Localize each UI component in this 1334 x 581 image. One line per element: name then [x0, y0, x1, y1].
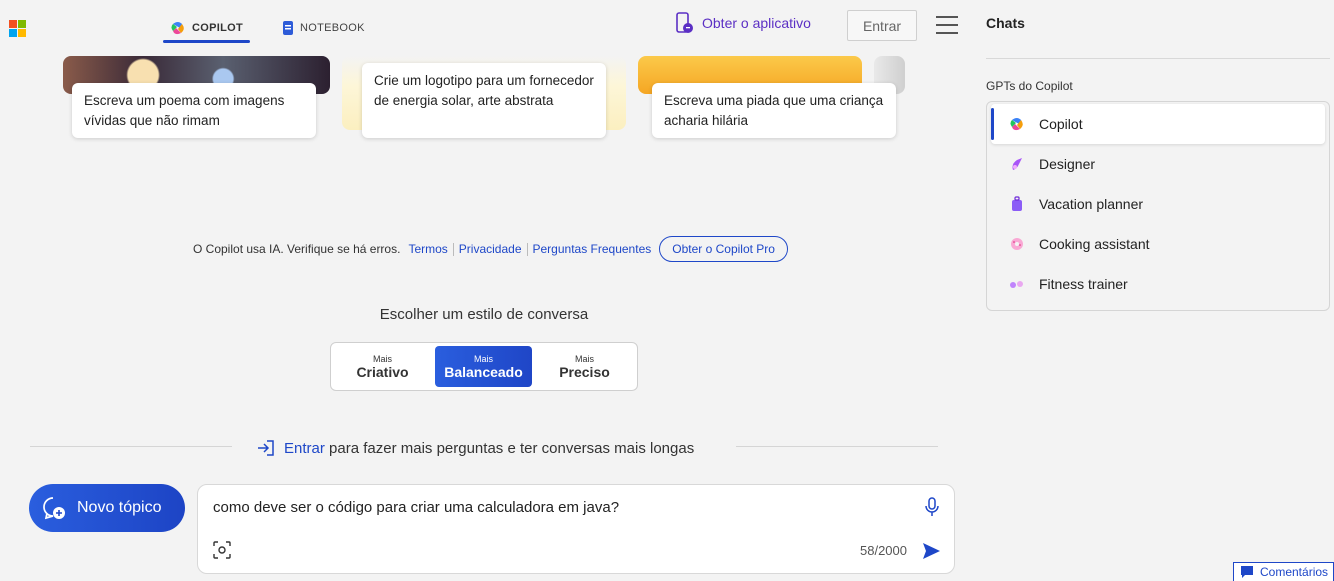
new-topic-button[interactable]: Novo tópico — [29, 484, 185, 532]
copilot-icon — [1010, 118, 1023, 131]
signin-button[interactable]: Entrar — [847, 10, 917, 41]
get-app-link[interactable]: Obter o aplicativo — [676, 12, 811, 34]
disclaimer-row: O Copilot usa IA. Verifique se há erros.… — [193, 236, 788, 262]
gpt-item-designer[interactable]: Designer — [991, 144, 1325, 184]
style-label: Balanceado — [444, 363, 523, 380]
style-creative[interactable]: Mais Criativo — [334, 346, 431, 387]
char-count: 58/2000 — [860, 543, 907, 558]
terms-link[interactable]: Termos — [408, 242, 447, 256]
suitcase-icon — [1012, 196, 1022, 211]
privacy-link[interactable]: Privacidade — [459, 242, 522, 256]
faq-link[interactable]: Perguntas Frequentes — [533, 242, 652, 256]
signin-prompt: Entrar para fazer mais perguntas e ter c… — [256, 438, 694, 458]
gpt-item-cooking-assistant[interactable]: Cooking assistant — [991, 224, 1325, 264]
image-scan-icon[interactable] — [213, 541, 231, 559]
divider — [452, 242, 454, 256]
copilot-icon — [171, 22, 184, 35]
tab-notebook-label: NOTEBOOK — [300, 22, 365, 34]
divider — [526, 242, 528, 256]
microsoft-logo[interactable] — [9, 20, 26, 37]
chat-input-box[interactable]: como deve ser o código para criar uma ca… — [197, 484, 955, 574]
feedback-label: Comentários — [1260, 565, 1329, 579]
divider — [986, 58, 1330, 59]
new-topic-label: Novo tópico — [77, 499, 162, 516]
suggestion-card-poem[interactable]: Escreva um poema com imagens vívidas que… — [72, 83, 316, 138]
gpt-item-copilot[interactable]: Copilot — [991, 104, 1325, 144]
style-prefix: Mais — [372, 353, 392, 364]
feedback-button[interactable]: Comentários — [1233, 562, 1334, 581]
disclaimer-text: O Copilot usa IA. Verifique se há erros. — [193, 242, 401, 256]
tab-copilot-label: COPILOT — [192, 22, 243, 34]
chats-title: Chats — [986, 15, 1025, 31]
gpt-label: Vacation planner — [1039, 196, 1144, 212]
style-label: Preciso — [559, 363, 610, 380]
style-balanced[interactable]: Mais Balanceado — [435, 346, 532, 387]
suggestion-card-logo[interactable]: Crie um logotipo para um fornecedor de e… — [362, 63, 606, 138]
designer-icon — [1012, 158, 1022, 170]
suggestion-text: Escreva um poema com imagens vívidas que… — [84, 93, 285, 128]
feedback-icon — [1241, 566, 1253, 578]
gpt-list: Copilot Designer Vacation planner Cookin… — [986, 101, 1330, 311]
style-prefix: Mais — [473, 353, 493, 364]
signin-link[interactable]: Entrar — [284, 440, 325, 457]
conversation-style-title: Escolher um estilo de conversa — [379, 306, 589, 323]
microphone-icon[interactable] — [924, 497, 940, 517]
new-chat-icon — [43, 497, 65, 520]
menu-icon[interactable] — [936, 16, 958, 34]
suggestion-text: Escreva uma piada que uma criança achari… — [664, 93, 884, 128]
signin-prompt-text: para fazer mais perguntas e ter conversa… — [329, 439, 695, 457]
gpt-item-fitness-trainer[interactable]: Fitness trainer — [991, 264, 1325, 304]
gpt-label: Copilot — [1039, 116, 1083, 132]
get-app-label: Obter o aplicativo — [702, 15, 811, 31]
dumbbell-icon — [1010, 281, 1023, 288]
notebook-icon — [283, 21, 293, 35]
suggestion-card-joke[interactable]: Escreva uma piada que uma criança achari… — [652, 83, 896, 138]
tab-copilot[interactable]: COPILOT — [170, 14, 243, 42]
chat-input[interactable]: como deve ser o código para criar uma ca… — [213, 499, 619, 516]
style-precise[interactable]: Mais Preciso — [536, 346, 633, 387]
style-prefix: Mais — [574, 353, 594, 364]
gpt-item-vacation-planner[interactable]: Vacation planner — [991, 184, 1325, 224]
signin-arrow-icon — [258, 440, 274, 456]
suggestion-text: Crie um logotipo para um fornecedor de e… — [374, 73, 594, 108]
gpts-title: GPTs do Copilot — [986, 79, 1073, 93]
phone-app-icon — [676, 12, 693, 33]
donut-icon — [1011, 238, 1023, 250]
tab-notebook[interactable]: NOTEBOOK — [282, 14, 365, 42]
gpt-label: Cooking assistant — [1039, 236, 1150, 252]
divider — [30, 446, 232, 447]
gpt-label: Fitness trainer — [1039, 276, 1128, 292]
active-tab-indicator — [163, 40, 250, 43]
conversation-style-selector: Mais Criativo Mais Balanceado Mais Preci… — [330, 342, 638, 391]
divider — [736, 446, 938, 447]
style-label: Criativo — [356, 363, 409, 380]
copilot-pro-button[interactable]: Obter o Copilot Pro — [659, 236, 788, 262]
send-icon[interactable] — [921, 541, 941, 561]
gpt-label: Designer — [1039, 156, 1096, 172]
